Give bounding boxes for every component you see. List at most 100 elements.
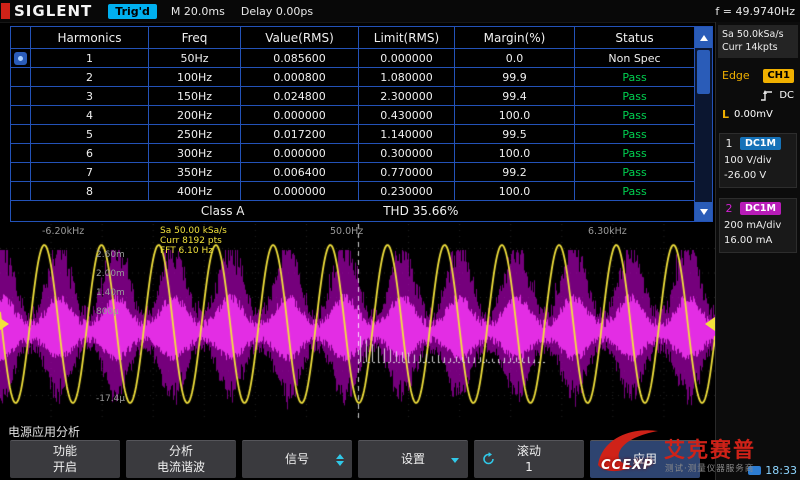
table-cell[interactable]: 0.000000 [241, 144, 359, 163]
row-selection-cell[interactable] [11, 87, 31, 106]
table-cell[interactable]: 4 [31, 106, 149, 125]
scope-fft-rbw: FFT 6.10 Hz [160, 247, 213, 256]
table-cell[interactable]: 1 [31, 49, 149, 68]
table-cell[interactable]: Non Spec [575, 49, 694, 68]
table-cell[interactable]: 8 [31, 182, 149, 201]
table-cell[interactable]: 100.0 [455, 182, 575, 201]
table-cell[interactable]: 2.300000 [359, 87, 455, 106]
harmonics-table-grid: HarmonicsFreqValue(RMS)Limit(RMS)Margin(… [11, 27, 694, 221]
channel1-info-box[interactable]: 1 DC1M 100 V/div -26.00 V [719, 133, 797, 188]
scroll-up-button[interactable] [695, 27, 712, 48]
softkey-analysis[interactable]: 分析电流谐波 [126, 440, 236, 478]
table-cell[interactable]: 0.017200 [241, 125, 359, 144]
channel2-coupling-badge: DC1M [740, 202, 781, 215]
acquisition-info: Sa 50.0kSa/s Curr 14kpts [718, 25, 798, 58]
table-cell[interactable]: 5 [31, 125, 149, 144]
softkey-label: 应用 [633, 452, 657, 468]
settings-dropdown-icon [451, 458, 459, 463]
channel2-number: 2 [724, 202, 734, 215]
softkey-function[interactable]: 功能开启 [10, 440, 120, 478]
row-selection-cell[interactable] [11, 144, 31, 163]
table-cell[interactable]: 200Hz [149, 106, 241, 125]
trigger-status-badge: Trig'd [108, 4, 157, 19]
table-cell[interactable]: Pass [575, 144, 694, 163]
table-cell[interactable]: 150Hz [149, 87, 241, 106]
trigger-level-icon: L [722, 108, 729, 121]
trigger-source-badge: CH1 [763, 69, 794, 83]
table-cell[interactable]: 100.0 [455, 144, 575, 163]
signal-select-icon [336, 454, 344, 466]
table-cell[interactable]: 0.300000 [359, 144, 455, 163]
scroll-cycle-icon [482, 450, 495, 469]
table-cell[interactable]: 99.5 [455, 125, 575, 144]
table-cell[interactable]: 300Hz [149, 144, 241, 163]
sample-rate: Sa 50.0kSa/s [722, 28, 794, 41]
table-cell[interactable]: 0.770000 [359, 163, 455, 182]
row-selection-cell[interactable] [11, 49, 31, 68]
fft-scale-label: 1.40m [96, 288, 125, 298]
softkey-label: 信号 [285, 452, 309, 468]
table-cell[interactable]: 7 [31, 163, 149, 182]
table-cell[interactable]: 100Hz [149, 68, 241, 87]
softkey-sublabel: 电流谐波 [157, 460, 205, 476]
table-cell[interactable]: 1.140000 [359, 125, 455, 144]
rising-edge-icon [760, 89, 773, 102]
column-header: Limit(RMS) [359, 27, 455, 49]
row-selection-cell[interactable] [11, 125, 31, 144]
table-cell[interactable]: 0.0 [455, 49, 575, 68]
table-cell[interactable]: 0.000000 [359, 49, 455, 68]
table-scrollbar[interactable] [694, 27, 712, 221]
table-cell[interactable]: Pass [575, 106, 694, 125]
frequency-counter: f = 49.9740Hz [715, 5, 795, 18]
fft-scale-bottom: -17.4µ [96, 394, 125, 404]
table-cell[interactable]: 99.2 [455, 163, 575, 182]
channel2-info-box[interactable]: 2 DC1M 200 mA/div 16.00 mA [719, 198, 797, 253]
fft-axis-left: -6.20kHz [42, 226, 84, 237]
table-cell[interactable]: Pass [575, 182, 694, 201]
table-cell[interactable]: Pass [575, 87, 694, 106]
table-cell[interactable]: 0.230000 [359, 182, 455, 201]
trigger-info-box[interactable]: Edge CH1 DC L 0.00mV [719, 67, 797, 123]
table-cell[interactable]: 0.085600 [241, 49, 359, 68]
thd-label: THD 35.66% [383, 204, 458, 218]
table-cell[interactable]: 250Hz [149, 125, 241, 144]
softkey-scroll[interactable]: 滚动1 [474, 440, 584, 478]
harmonics-table: HarmonicsFreqValue(RMS)Limit(RMS)Margin(… [10, 26, 713, 222]
table-cell[interactable]: 0.024800 [241, 87, 359, 106]
row-selection-cell[interactable] [11, 106, 31, 125]
table-cell[interactable]: 1.080000 [359, 68, 455, 87]
class-label: Class A [201, 204, 245, 218]
table-cell[interactable]: Pass [575, 125, 694, 144]
row-selector-icon [14, 52, 27, 65]
softkey-label: 功能 [53, 444, 77, 460]
table-cell[interactable]: 99.9 [455, 68, 575, 87]
table-cell[interactable]: 350Hz [149, 163, 241, 182]
softkey-signal[interactable]: 信号 [242, 440, 352, 478]
channel1-number: 1 [724, 137, 734, 150]
table-cell[interactable]: 400Hz [149, 182, 241, 201]
trigger-level-marker[interactable] [705, 317, 715, 331]
scroll-down-button[interactable] [695, 202, 712, 221]
table-cell[interactable]: 0.000800 [241, 68, 359, 87]
table-cell[interactable]: 0.000000 [241, 182, 359, 201]
row-selection-cell[interactable] [11, 182, 31, 201]
table-cell[interactable]: 3 [31, 87, 149, 106]
scroll-track[interactable] [695, 48, 712, 202]
softkey-settings[interactable]: 设置 [358, 440, 468, 478]
ch1-position-marker[interactable] [0, 318, 9, 330]
scroll-thumb[interactable] [697, 50, 710, 94]
row-selection-cell[interactable] [11, 68, 31, 87]
table-cell[interactable]: 0.430000 [359, 106, 455, 125]
table-cell[interactable]: 99.4 [455, 87, 575, 106]
table-cell[interactable]: Pass [575, 68, 694, 87]
table-cell[interactable]: 2 [31, 68, 149, 87]
table-cell[interactable]: 6 [31, 144, 149, 163]
table-cell[interactable]: 50Hz [149, 49, 241, 68]
softkey-apply[interactable]: 应用 [590, 440, 700, 478]
table-cell[interactable]: 0.006400 [241, 163, 359, 182]
table-cell[interactable]: Pass [575, 163, 694, 182]
table-cell[interactable]: 0.000000 [241, 106, 359, 125]
table-cell[interactable]: 100.0 [455, 106, 575, 125]
row-selection-cell[interactable] [11, 163, 31, 182]
column-header: Value(RMS) [241, 27, 359, 49]
